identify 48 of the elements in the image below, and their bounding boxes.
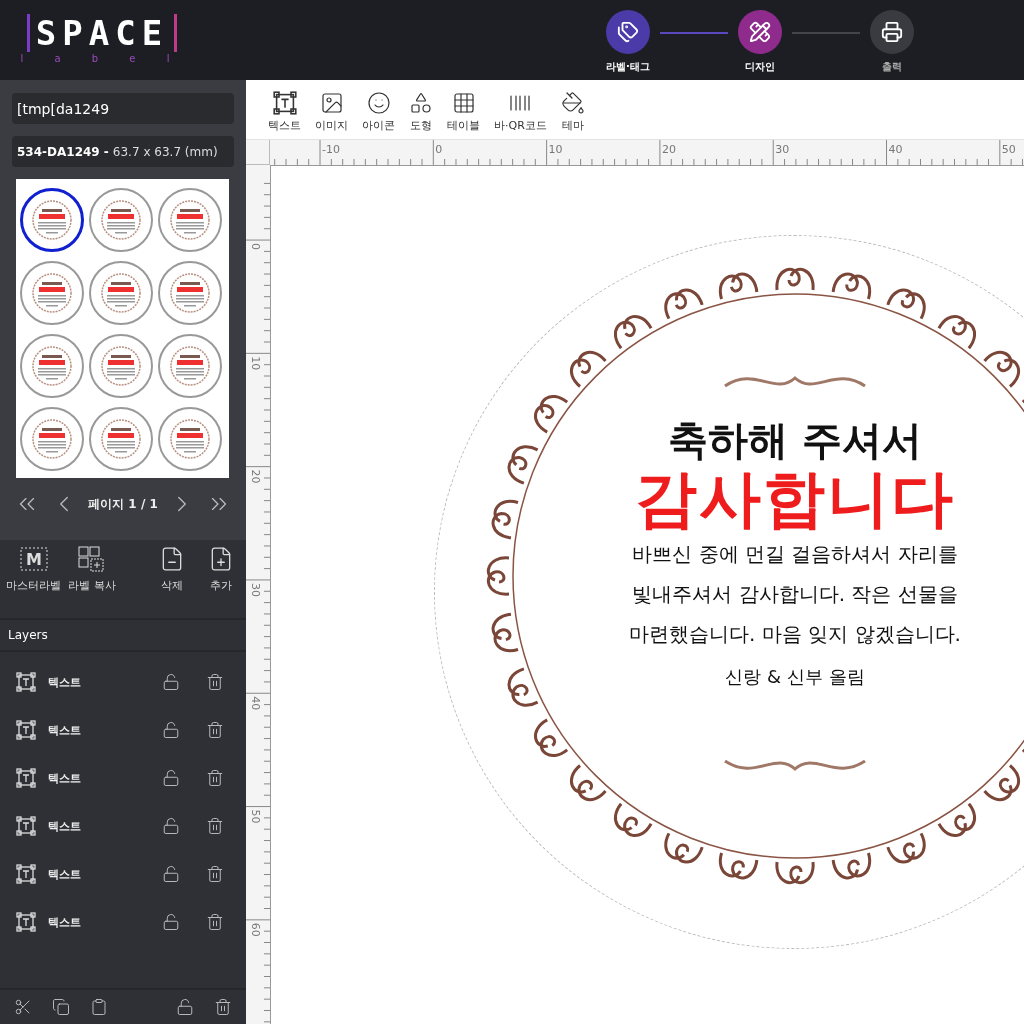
step-label: 출력 — [882, 60, 902, 74]
insert-tool-button[interactable]: 테마 — [560, 90, 585, 133]
ruler-label: 0 — [435, 143, 443, 156]
ruler-label: 40 — [249, 696, 262, 711]
page-indicator: 페이지 1 / 1 — [88, 495, 158, 513]
ruler-label: 10 — [249, 356, 262, 371]
ruler-label: -10 — [322, 143, 340, 156]
label-action-button[interactable]: M 마스터라벨 — [6, 546, 61, 593]
logo-word: SPACE — [26, 14, 178, 52]
label-body-line: 빛내주셔서 감사합니다. 작은 선물을 — [632, 581, 958, 608]
label-body-line: 바쁘신 중에 먼길 걸음하셔서 자리를 — [632, 541, 958, 568]
insert-tool-button[interactable]: 바·QR코드 — [494, 90, 547, 133]
label-action-button[interactable]: 추가 — [201, 546, 240, 593]
ruler-label: 20 — [249, 469, 262, 484]
layer-name[interactable]: 텍스트 — [48, 722, 150, 738]
logo-subtitle: l a b e l — [20, 52, 184, 66]
label-action-button[interactable]: 삭제 — [147, 546, 198, 593]
ruler-label: 0 — [249, 243, 262, 250]
master-label-icon: M — [18, 546, 49, 572]
size-code: 534-DA1249 - — [17, 144, 109, 159]
step-label: 라벨·태그 — [606, 60, 650, 74]
ruler-label: 30 — [249, 582, 262, 597]
insert-tool-button[interactable]: 테이블 — [447, 90, 480, 133]
ruler-label: 30 — [775, 143, 790, 156]
label-title: 감사합니다 — [635, 464, 955, 534]
insert-tool-button[interactable]: 아이콘 — [362, 90, 395, 133]
label-action-button[interactable]: 라벨 복사 — [65, 546, 120, 593]
insert-tool-button[interactable]: 도형 — [409, 90, 433, 133]
layer-name[interactable]: 텍스트 — [48, 914, 150, 930]
layer-name[interactable]: 텍스트 — [48, 818, 150, 834]
label-body-line: 마련했습니다. 마음 잊지 않겠습니다. — [629, 621, 961, 648]
layer-name[interactable]: 텍스트 — [48, 674, 150, 690]
layers-title: Layers — [0, 620, 246, 652]
ruler-label: 60 — [249, 922, 262, 937]
layer-name[interactable]: 텍스트 — [48, 770, 150, 786]
layer-name[interactable]: 텍스트 — [48, 866, 150, 882]
ruler-label: 50 — [249, 809, 262, 824]
insert-tool-button[interactable]: 이미지 — [315, 90, 348, 133]
ruler-label: 50 — [1001, 143, 1016, 156]
file-name-field[interactable]: [tmp[da1249 — [12, 93, 234, 124]
step-label: 디자인 — [745, 60, 775, 74]
insert-tool-button[interactable]: 텍스트 — [268, 90, 301, 133]
size-text: 63.7 x 63.7 (mm) — [112, 144, 218, 159]
label-signature: 신랑 & 신부 올림 — [725, 665, 865, 689]
label-heading: 축하해 주셔서 — [668, 416, 922, 464]
ruler-label: 20 — [661, 143, 676, 156]
ruler-label: 40 — [888, 143, 903, 156]
ruler-label: 10 — [548, 143, 563, 156]
